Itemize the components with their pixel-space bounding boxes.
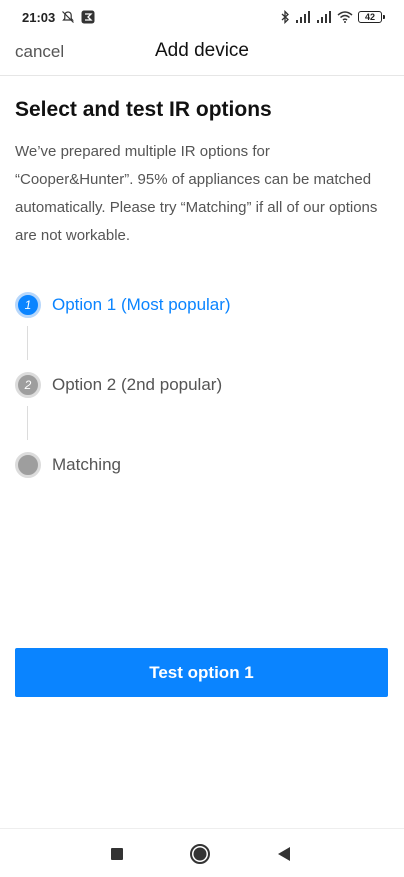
description-text: We’ve prepared multiple IR options for “… xyxy=(15,143,378,244)
step-number-1: 1 xyxy=(15,292,41,318)
step-connector xyxy=(27,406,28,440)
test-option-button[interactable]: Test option 1 xyxy=(15,648,388,697)
system-nav-bar xyxy=(0,828,404,877)
page-header-title: Add device xyxy=(154,40,249,61)
bluetooth-icon xyxy=(280,10,290,24)
signal-icon xyxy=(316,11,332,23)
step-connector xyxy=(27,326,28,360)
wifi-icon xyxy=(337,11,353,23)
matching-label: Matching xyxy=(52,455,121,474)
app-notification-icon xyxy=(81,10,95,24)
option-2-label: Option 2 (2nd popular) xyxy=(52,375,223,394)
option-1-label: Option 1 (Most popular) xyxy=(52,295,231,314)
option-2-step[interactable]: 2 Option 2 (2nd popular) xyxy=(15,370,222,400)
back-triangle-icon[interactable] xyxy=(273,843,295,865)
matching-step[interactable]: Matching xyxy=(15,450,121,480)
battery-icon: 42 xyxy=(358,11,385,23)
screen: 21:03 42 cancel Add device Select and te… xyxy=(0,0,404,877)
option-1-step[interactable]: 1 Option 1 (Most popular) xyxy=(15,290,231,320)
home-circle-icon[interactable] xyxy=(189,843,211,865)
step-number-2: 2 xyxy=(15,372,41,398)
step-dot-matching xyxy=(15,452,41,478)
header: cancel Add device xyxy=(0,34,404,76)
signal-icon xyxy=(295,11,311,23)
notification-off-icon xyxy=(61,10,75,24)
status-bar: 21:03 42 xyxy=(0,0,404,34)
status-left: 21:03 xyxy=(22,10,95,25)
page-title: Select and test IR options xyxy=(15,98,272,121)
status-right: 42 xyxy=(280,10,385,24)
recents-square-icon[interactable] xyxy=(106,843,128,865)
status-time: 21:03 xyxy=(22,9,56,25)
